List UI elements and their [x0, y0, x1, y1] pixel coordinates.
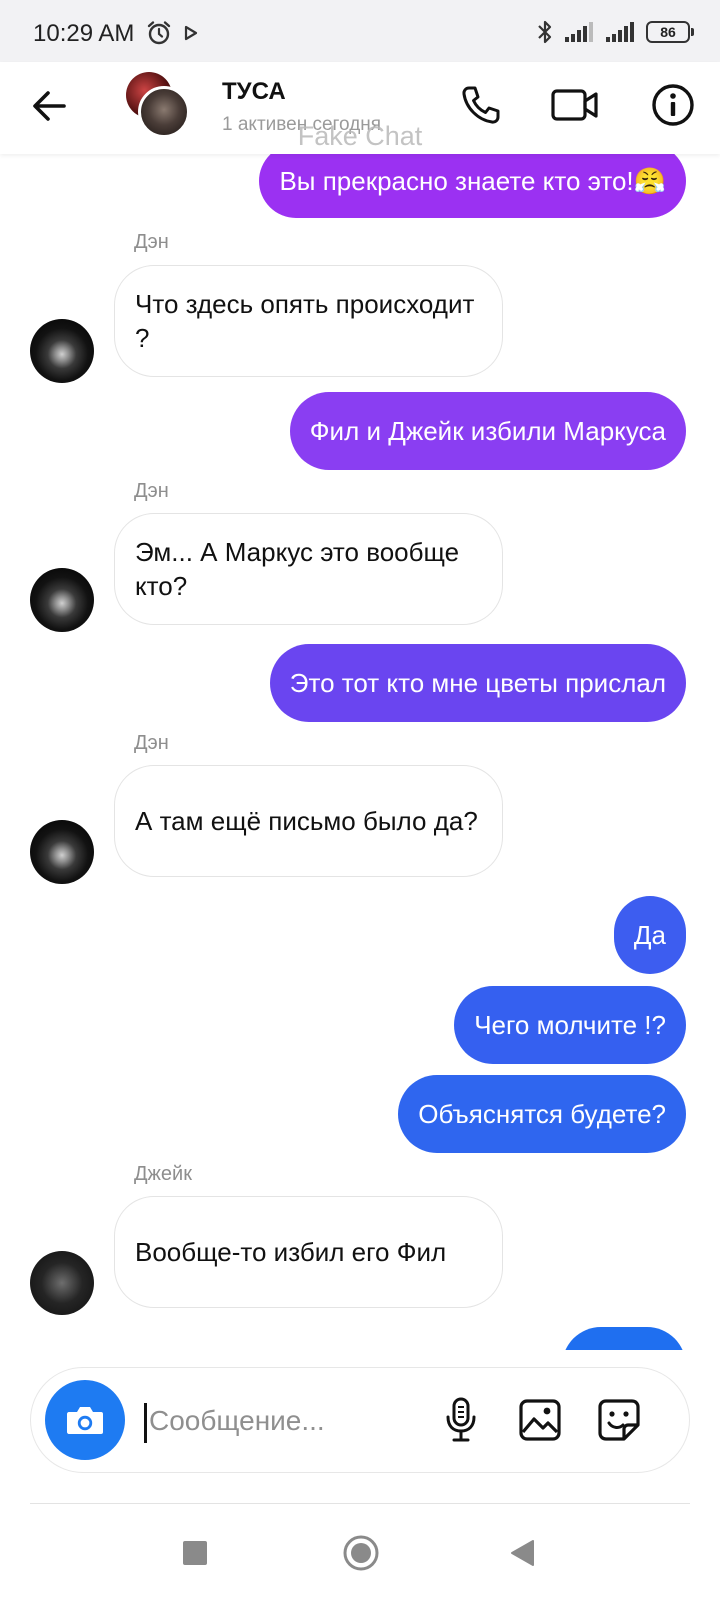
battery-icon: 86 — [646, 21, 694, 43]
message-text: Что здесь опять происходит ? — [135, 289, 475, 353]
message-sender: Дэн — [134, 732, 169, 754]
chat-info-button[interactable] — [648, 80, 698, 130]
message-text: Фил и Джейк избили Маркуса — [309, 416, 666, 446]
sender-avatar[interactable] — [30, 568, 94, 632]
sticker-icon — [598, 1399, 640, 1441]
sticker-button[interactable] — [594, 1395, 644, 1445]
sender-avatar[interactable] — [30, 820, 94, 884]
bluetooth-icon — [538, 20, 552, 44]
call-button[interactable] — [456, 80, 506, 130]
camera-button[interactable] — [45, 1380, 125, 1460]
message-incoming[interactable]: Эм... А Маркус это вообще кто? — [114, 513, 503, 625]
message-incoming[interactable]: А там ещё письмо было да? — [114, 765, 503, 877]
message-text: Чего молчите !? — [474, 1010, 666, 1040]
group-avatar-front — [138, 86, 190, 138]
signal-icon — [606, 22, 634, 42]
microphone-icon — [446, 1397, 476, 1442]
chat-header: ТУСА 1 активен сегодня — [0, 62, 720, 154]
image-icon — [519, 1399, 561, 1441]
message-outgoing[interactable]: Фил и Джейк избили Маркуса — [289, 392, 686, 470]
signal-icon — [565, 22, 593, 42]
battery-level: 86 — [660, 24, 676, 40]
message-text: Это тот кто мне цветы прислал — [289, 668, 666, 698]
back-arrow-icon — [33, 91, 66, 121]
back-nav-button[interactable] — [498, 1528, 548, 1578]
voice-message-button[interactable] — [436, 1395, 486, 1445]
message-outgoing-partial[interactable] — [562, 1327, 686, 1350]
group-avatar[interactable] — [126, 72, 192, 138]
message-list[interactable]: Вы прекрасно знаете кто это!😤 Дэн Что зд… — [0, 154, 720, 1350]
status-time: 10:29 AM — [33, 20, 135, 47]
home-circle-icon — [343, 1535, 379, 1571]
message-input[interactable] — [149, 1398, 439, 1444]
message-outgoing[interactable]: Это тот кто мне цветы прислал — [269, 644, 686, 722]
message-outgoing[interactable]: Объяснятся будете? — [398, 1075, 686, 1153]
message-outgoing[interactable]: Вы прекрасно знаете кто это!😤 — [259, 154, 686, 218]
recents-square-icon — [183, 1541, 207, 1565]
video-call-button[interactable] — [544, 80, 606, 130]
message-text: Да — [633, 920, 666, 950]
phone-icon — [462, 86, 500, 124]
message-sender: Дэн — [134, 231, 169, 253]
info-icon — [652, 84, 694, 126]
text-caret — [144, 1403, 147, 1443]
status-icons-right: 86 — [535, 18, 694, 46]
alarm-icon — [147, 21, 171, 45]
back-button[interactable] — [28, 84, 72, 128]
play-icon — [184, 25, 198, 41]
message-text: А там ещё письмо было да? — [135, 806, 478, 836]
message-outgoing[interactable]: Чего молчите !? — [454, 986, 686, 1064]
message-incoming[interactable]: Вообще-то избил его Фил — [114, 1196, 503, 1308]
sender-avatar[interactable] — [30, 319, 94, 383]
sender-avatar[interactable] — [30, 1251, 94, 1315]
message-text: Вообще-то избил его Фил — [135, 1237, 447, 1267]
status-icons-left — [146, 20, 198, 46]
status-bar: 10:29 AM 86 — [0, 0, 720, 62]
message-outgoing[interactable]: Да — [613, 896, 686, 974]
system-navigation-bar — [0, 1504, 720, 1600]
message-text: Эм... А Маркус это вообще кто? — [135, 537, 460, 601]
gallery-button[interactable] — [515, 1395, 565, 1445]
recents-button[interactable] — [170, 1528, 220, 1578]
message-incoming[interactable]: Что здесь опять происходит ? — [114, 265, 503, 377]
chat-title[interactable]: ТУСА — [222, 78, 286, 106]
message-text: Вы прекрасно знаете кто это!😤 — [279, 166, 666, 196]
back-triangle-icon — [511, 1540, 534, 1566]
video-camera-icon — [551, 89, 598, 121]
message-sender: Джейк — [134, 1163, 192, 1185]
composer — [30, 1367, 690, 1473]
camera-icon — [67, 1407, 103, 1434]
message-text: Объяснятся будете? — [418, 1099, 666, 1129]
home-button[interactable] — [336, 1528, 386, 1578]
message-sender: Дэн — [134, 480, 169, 502]
chat-activity-status: 1 активен сегодня — [222, 114, 382, 135]
